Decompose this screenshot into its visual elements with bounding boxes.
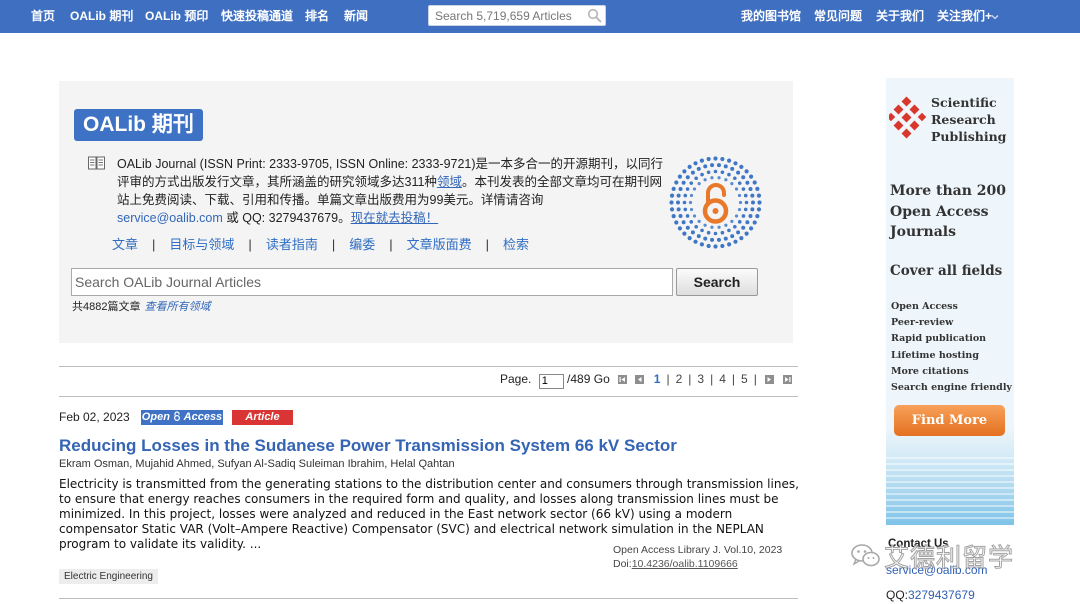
contact-qq: QQ:3279437679 xyxy=(886,588,975,602)
global-search-input[interactable] xyxy=(429,6,591,25)
badge-text: Access xyxy=(183,411,223,423)
article-meta: Open Access Library J. Vol.10, 2023 Doi:… xyxy=(613,543,782,571)
ad-feature: Search engine friendly xyxy=(891,382,1012,394)
open-access-logo xyxy=(669,156,762,249)
view-all-fields-link[interactable]: 查看所有领域 xyxy=(144,301,210,313)
first-page-icon[interactable] xyxy=(618,375,628,384)
article-type-badge: Article xyxy=(232,410,293,425)
journal-search-input[interactable] xyxy=(72,269,672,295)
ad-feature: Rapid publication xyxy=(891,333,987,345)
subnav-search[interactable]: 检索 xyxy=(503,237,529,252)
contact-email-link[interactable]: service@oalib.com xyxy=(117,211,223,225)
article-count: 共4882篇文章 xyxy=(72,301,141,313)
article-date: Feb 02, 2023 xyxy=(59,410,130,424)
qq-text: 或 QQ: 3279437679。 xyxy=(222,211,351,225)
watermark-text: 艾德利留学 xyxy=(883,544,1015,573)
top-navigation-bar: 首页 OALib 期刊 OALib 预印 快速投稿通道 排名 新闻 我的图书馆 … xyxy=(0,0,1080,33)
qq-label: QQ: xyxy=(886,588,909,602)
find-more-button[interactable]: Find More xyxy=(894,405,1005,436)
journal-search-box xyxy=(71,268,673,296)
subnav-articles[interactable]: 文章 xyxy=(112,237,138,252)
article-authors: Ekram Osman, Mujahid Ahmed, Sufyan Al-Sa… xyxy=(59,458,455,470)
submit-now-link[interactable]: 现在就去投稿！ xyxy=(351,211,439,225)
ad-features-list: Open Access Peer-review Rapid publicatio… xyxy=(891,299,1012,396)
ad-feature: Open Access xyxy=(891,301,958,312)
article-abstract: Electricity is transmitted from the gene… xyxy=(59,477,799,551)
ad-feature: Peer-review xyxy=(891,317,954,329)
nav-about-us[interactable]: 关于我们 xyxy=(876,0,924,33)
ad-brand: Scientific Research Publishing xyxy=(931,94,1006,145)
fields-link[interactable]: 领域 xyxy=(437,175,462,189)
ad-headline-line: More than 200 xyxy=(890,183,1006,199)
doi-label: Doi: xyxy=(613,558,632,570)
ad-headline-line: Journals xyxy=(890,224,956,240)
wechat-icon xyxy=(851,544,880,567)
scirp-logo-icon xyxy=(889,96,927,139)
nav-news[interactable]: 新闻 xyxy=(344,0,368,33)
nav-home[interactable]: 首页 xyxy=(31,0,55,33)
ad-wave-decoration xyxy=(886,457,1014,519)
ad-brand-line: Scientific xyxy=(931,95,997,110)
book-icon xyxy=(88,156,105,170)
journal-description: OALib Journal (ISSN Print: 2333-9705, IS… xyxy=(117,155,670,227)
ad-feature: Lifetime hosting xyxy=(891,349,979,361)
journal-volume: Open Access Library J. Vol.10, 2023 xyxy=(613,544,783,556)
nav-oalib-journal[interactable]: OALib 期刊 xyxy=(70,0,133,33)
subnav-author-guide[interactable]: 读者指南 xyxy=(266,237,318,252)
journal-subnav: 文章 | 目标与领域 | 读者指南 | 编委 | 文章版面费 | 检索 xyxy=(112,237,530,252)
lock-open-icon xyxy=(173,411,180,422)
open-access-badge: Open Access xyxy=(141,410,223,425)
page-link-5[interactable]: 5 xyxy=(741,372,748,386)
page-link-2[interactable]: 2 xyxy=(676,372,683,386)
nav-ranking[interactable]: 排名 xyxy=(305,0,329,33)
article-count-line: 共4882篇文章 查看所有领域 xyxy=(72,298,210,314)
page-link-3[interactable]: 3 xyxy=(697,372,704,386)
badge-text: Open xyxy=(141,411,170,423)
nav-follow-us[interactable]: 关注我们+ xyxy=(937,0,992,33)
page-link-1[interactable]: 1 xyxy=(654,372,661,386)
global-search xyxy=(428,5,606,26)
doi-link[interactable]: 10.4236/oalib.1109666 xyxy=(632,558,738,570)
journal-search-button[interactable]: Search xyxy=(676,268,758,296)
chevron-down-icon[interactable] xyxy=(991,13,999,21)
field-tag[interactable]: Electric Engineering xyxy=(59,569,158,584)
divider xyxy=(59,366,798,367)
nav-oalib-preprint[interactable]: OALib 预印 xyxy=(145,0,208,33)
ad-headline-line: Open Access xyxy=(890,203,989,220)
ad-brand-line: Research xyxy=(931,112,996,127)
page-link-4[interactable]: 4 xyxy=(719,372,726,386)
next-page-icon[interactable] xyxy=(765,375,775,384)
page-total-go[interactable]: /489 Go xyxy=(567,372,610,386)
ad-brand-line: Publishing xyxy=(931,129,1007,144)
scirp-ad-banner[interactable]: Scientific Research Publishing More than… xyxy=(886,78,1014,525)
divider xyxy=(59,598,798,599)
article-title-link[interactable]: Reducing Losses in the Sudanese Power Tr… xyxy=(59,436,677,456)
page-label: Page. xyxy=(500,372,532,386)
ad-cover-fields: Cover all fields xyxy=(890,263,1003,279)
last-page-icon[interactable] xyxy=(782,375,792,384)
ad-headline: More than 200 Open Access Journals xyxy=(890,181,1006,243)
search-icon[interactable] xyxy=(587,8,602,23)
prev-page-icon[interactable] xyxy=(635,375,645,384)
subnav-apc[interactable]: 文章版面费 xyxy=(407,237,472,252)
divider xyxy=(59,396,798,397)
ad-feature: More citations xyxy=(891,365,969,377)
pagination: Page. /489 Go 1|2|3|4|5| xyxy=(500,371,792,389)
nav-faq[interactable]: 常见问题 xyxy=(814,0,862,33)
qq-number: 3279437679 xyxy=(908,588,975,602)
journal-brand-title: OALib 期刊 xyxy=(74,109,203,141)
page-number-input[interactable] xyxy=(538,373,564,389)
nav-my-library[interactable]: 我的图书馆 xyxy=(741,0,801,33)
subnav-editorial-board[interactable]: 编委 xyxy=(349,237,375,252)
nav-fast-submission[interactable]: 快速投稿通道 xyxy=(221,0,293,33)
subnav-aims-scope[interactable]: 目标与领域 xyxy=(169,237,234,252)
